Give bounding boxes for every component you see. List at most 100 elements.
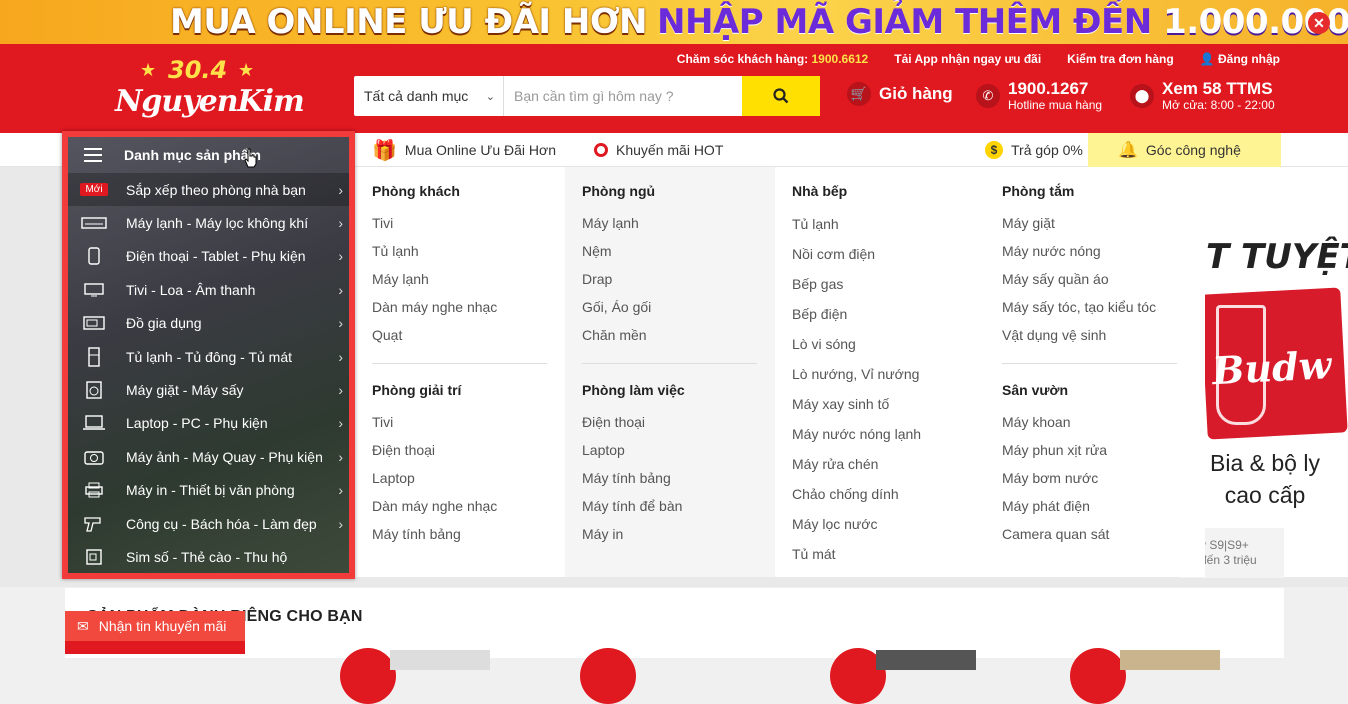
- mega-link[interactable]: Tủ lạnh: [792, 209, 985, 239]
- mega-link[interactable]: Máy rửa chén: [792, 449, 985, 479]
- sidebar-item-label: Sim số - Thẻ cào - Thu hộ: [126, 548, 288, 565]
- mega-link[interactable]: Chăn mền: [582, 321, 775, 349]
- sidebar-item-appliances[interactable]: Đồ gia dụng ›: [68, 307, 349, 340]
- customer-care[interactable]: Chăm sóc khách hàng: 1900.6612: [677, 52, 868, 66]
- mega-link[interactable]: Drap: [582, 265, 775, 293]
- search-button[interactable]: [742, 76, 820, 116]
- mega-link[interactable]: Dàn máy nghe nhạc: [372, 492, 565, 520]
- search-input[interactable]: [504, 76, 742, 116]
- mega-link[interactable]: Máy phát điện: [1002, 492, 1205, 520]
- mega-link[interactable]: Tủ lạnh: [372, 237, 565, 265]
- chevron-right-icon: ›: [338, 382, 343, 399]
- mega-group-title[interactable]: Phòng ngủ: [582, 181, 775, 201]
- sidebar-item-laptop[interactable]: Laptop - PC - Phụ kiện ›: [68, 407, 349, 440]
- mega-link[interactable]: Máy sấy quần áo: [1002, 265, 1205, 293]
- mega-link[interactable]: Tivi: [372, 209, 565, 237]
- product-thumb[interactable]: [876, 650, 976, 670]
- hotline[interactable]: ✆ 1900.1267 Hotline mua hàng: [976, 80, 1102, 112]
- login-link[interactable]: 👤 Đăng nhập: [1200, 52, 1280, 66]
- promo-ad[interactable]: T TUYỆT Budw Bia & bộ ly cao cấp: [1180, 167, 1348, 577]
- sidebar-item-air-conditioner[interactable]: Máy lạnh - Máy lọc không khí ›: [68, 206, 349, 239]
- product-thumb[interactable]: [1120, 650, 1220, 670]
- mega-link[interactable]: Máy xay sinh tố: [792, 389, 985, 419]
- fridge-icon: [80, 346, 108, 367]
- category-select[interactable]: Tất cả danh mục ⌄: [354, 76, 504, 116]
- mega-link[interactable]: Laptop: [582, 436, 775, 464]
- close-icon[interactable]: ✕: [1308, 12, 1330, 34]
- mega-group-title[interactable]: Phòng giải trí: [372, 380, 565, 400]
- mega-link[interactable]: Dàn máy nghe nhạc: [372, 293, 565, 321]
- sidebar-item-fridge[interactable]: Tủ lạnh - Tủ đông - Tủ mát ›: [68, 340, 349, 373]
- recommended-section: SẢN PHẨM DÀNH RIÊNG CHO BẠN: [65, 588, 1284, 704]
- dollar-icon: $: [985, 141, 1003, 159]
- order-check-link[interactable]: Kiểm tra đơn hàng: [1067, 52, 1174, 66]
- mega-link[interactable]: Máy lọc nước: [792, 509, 985, 539]
- sidebar-item-tools[interactable]: Công cụ - Bách hóa - Làm đẹp ›: [68, 507, 349, 540]
- sidebar-item-washer[interactable]: Máy giặt - Máy sấy ›: [68, 373, 349, 406]
- category-menu-label: Danh mục sản phẩm: [124, 147, 261, 163]
- mega-link[interactable]: Máy sấy tóc, tạo kiểu tóc: [1002, 293, 1205, 321]
- sidebar-item-tv[interactable]: Tivi - Loa - Âm thanh ›: [68, 273, 349, 306]
- sidebar-item-printer[interactable]: Máy in - Thiết bị văn phòng ›: [68, 474, 349, 507]
- mega-link[interactable]: Quạt: [372, 321, 565, 349]
- nav-hot-promo[interactable]: Khuyến mãi HOT: [594, 133, 723, 167]
- mega-link[interactable]: Gối, Áo gối: [582, 293, 775, 321]
- mega-link[interactable]: Máy khoan: [1002, 408, 1205, 436]
- mega-group-title[interactable]: Nhà bếp: [792, 181, 985, 201]
- mega-link[interactable]: Chảo chống dính: [792, 479, 985, 509]
- mega-link[interactable]: Máy nước nóng lạnh: [792, 419, 985, 449]
- sidebar-item-sim[interactable]: Sim số - Thẻ cào - Thu hộ: [68, 540, 349, 573]
- sidebar-item-phone[interactable]: Điện thoại - Tablet - Phụ kiện ›: [68, 240, 349, 273]
- mega-link[interactable]: Vật dụng vệ sinh: [1002, 321, 1205, 349]
- tv-icon: [80, 280, 108, 300]
- map-pin-icon: ⬤: [1130, 84, 1154, 108]
- mega-link[interactable]: Nệm: [582, 237, 775, 265]
- sidebar-item-label: Công cụ - Bách hóa - Làm đẹp: [126, 515, 317, 532]
- mega-link[interactable]: Máy nước nóng: [1002, 237, 1205, 265]
- chevron-right-icon: ›: [338, 515, 343, 532]
- app-link[interactable]: Tải App nhận ngay ưu đãi: [894, 52, 1041, 66]
- mega-group-title[interactable]: Phòng khách: [372, 181, 565, 201]
- microwave-icon: [80, 313, 108, 333]
- mega-link[interactable]: Tủ mát: [792, 539, 985, 569]
- product-thumb[interactable]: [390, 650, 490, 670]
- mega-link[interactable]: Máy in: [582, 520, 775, 548]
- mega-link[interactable]: Máy giặt: [1002, 209, 1205, 237]
- mega-link[interactable]: Lò nướng, Vỉ nướng: [792, 359, 985, 389]
- login-label: Đăng nhập: [1218, 52, 1280, 66]
- mega-link[interactable]: Máy tính bảng: [582, 464, 775, 492]
- store-locator[interactable]: ⬤ Xem 58 TTMS Mở cửa: 8:00 - 22:00: [1130, 80, 1275, 112]
- mega-group-title[interactable]: Sân vườn: [1002, 380, 1205, 400]
- nav-tech-corner[interactable]: 🔔 Góc công nghệ: [1088, 133, 1281, 167]
- mega-link[interactable]: Điện thoại: [372, 436, 565, 464]
- mega-link[interactable]: Tivi: [372, 408, 565, 436]
- mega-link[interactable]: Nồi cơm điện: [792, 239, 985, 269]
- mega-group-title[interactable]: Phòng làm việc: [582, 380, 775, 400]
- sidebar-item-label: Tủ lạnh - Tủ đông - Tủ mát: [126, 348, 293, 365]
- mega-link[interactable]: Camera quan sát: [1002, 520, 1205, 548]
- cart-button[interactable]: 🛒 Giỏ hàng: [847, 82, 953, 106]
- mega-link[interactable]: Bếp gas: [792, 269, 985, 299]
- mega-link[interactable]: Máy lạnh: [582, 209, 775, 237]
- mega-link[interactable]: Máy phun xịt rửa: [1002, 436, 1205, 464]
- mega-link[interactable]: Máy bơm nước: [1002, 464, 1205, 492]
- nav-online[interactable]: 🎁 Mua Online Ưu Đãi Hơn: [372, 133, 556, 167]
- nav-installment[interactable]: $ Trả góp 0%: [985, 133, 1083, 167]
- sidebar-item-camera[interactable]: Máy ảnh - Máy Quay - Phụ kiện ›: [68, 440, 349, 473]
- nav-hot-label: Khuyến mãi HOT: [616, 142, 724, 158]
- chevron-right-icon: ›: [338, 181, 343, 198]
- mega-link[interactable]: Máy tính bảng: [372, 520, 565, 548]
- mega-group-title[interactable]: Phòng tắm: [1002, 181, 1205, 201]
- mega-link[interactable]: Lò vi sóng: [792, 329, 985, 359]
- mega-link[interactable]: Máy tính để bàn: [582, 492, 775, 520]
- mega-link[interactable]: Điện thoại: [582, 408, 775, 436]
- subscribe-promo-button[interactable]: ✉ Nhận tin khuyến mãi: [65, 611, 245, 654]
- sidebar-item-label: Điện thoại - Tablet - Phụ kiện: [126, 248, 306, 265]
- mega-link[interactable]: Máy lạnh: [372, 265, 565, 293]
- category-menu-toggle[interactable]: Danh mục sản phẩm: [68, 137, 349, 173]
- sidebar-item-rooms[interactable]: Mới Sắp xếp theo phòng nhà bạn ›: [68, 173, 349, 207]
- mega-link[interactable]: Bếp điện: [792, 299, 985, 329]
- mega-link[interactable]: Laptop: [372, 464, 565, 492]
- logo[interactable]: ★ 30.4 ★ NguyenKim: [110, 54, 310, 124]
- promo-banner[interactable]: MUA ONLINE ƯU ĐÃI HƠN NHẬP MÃ GIẢM THÊM Đ…: [0, 0, 1348, 44]
